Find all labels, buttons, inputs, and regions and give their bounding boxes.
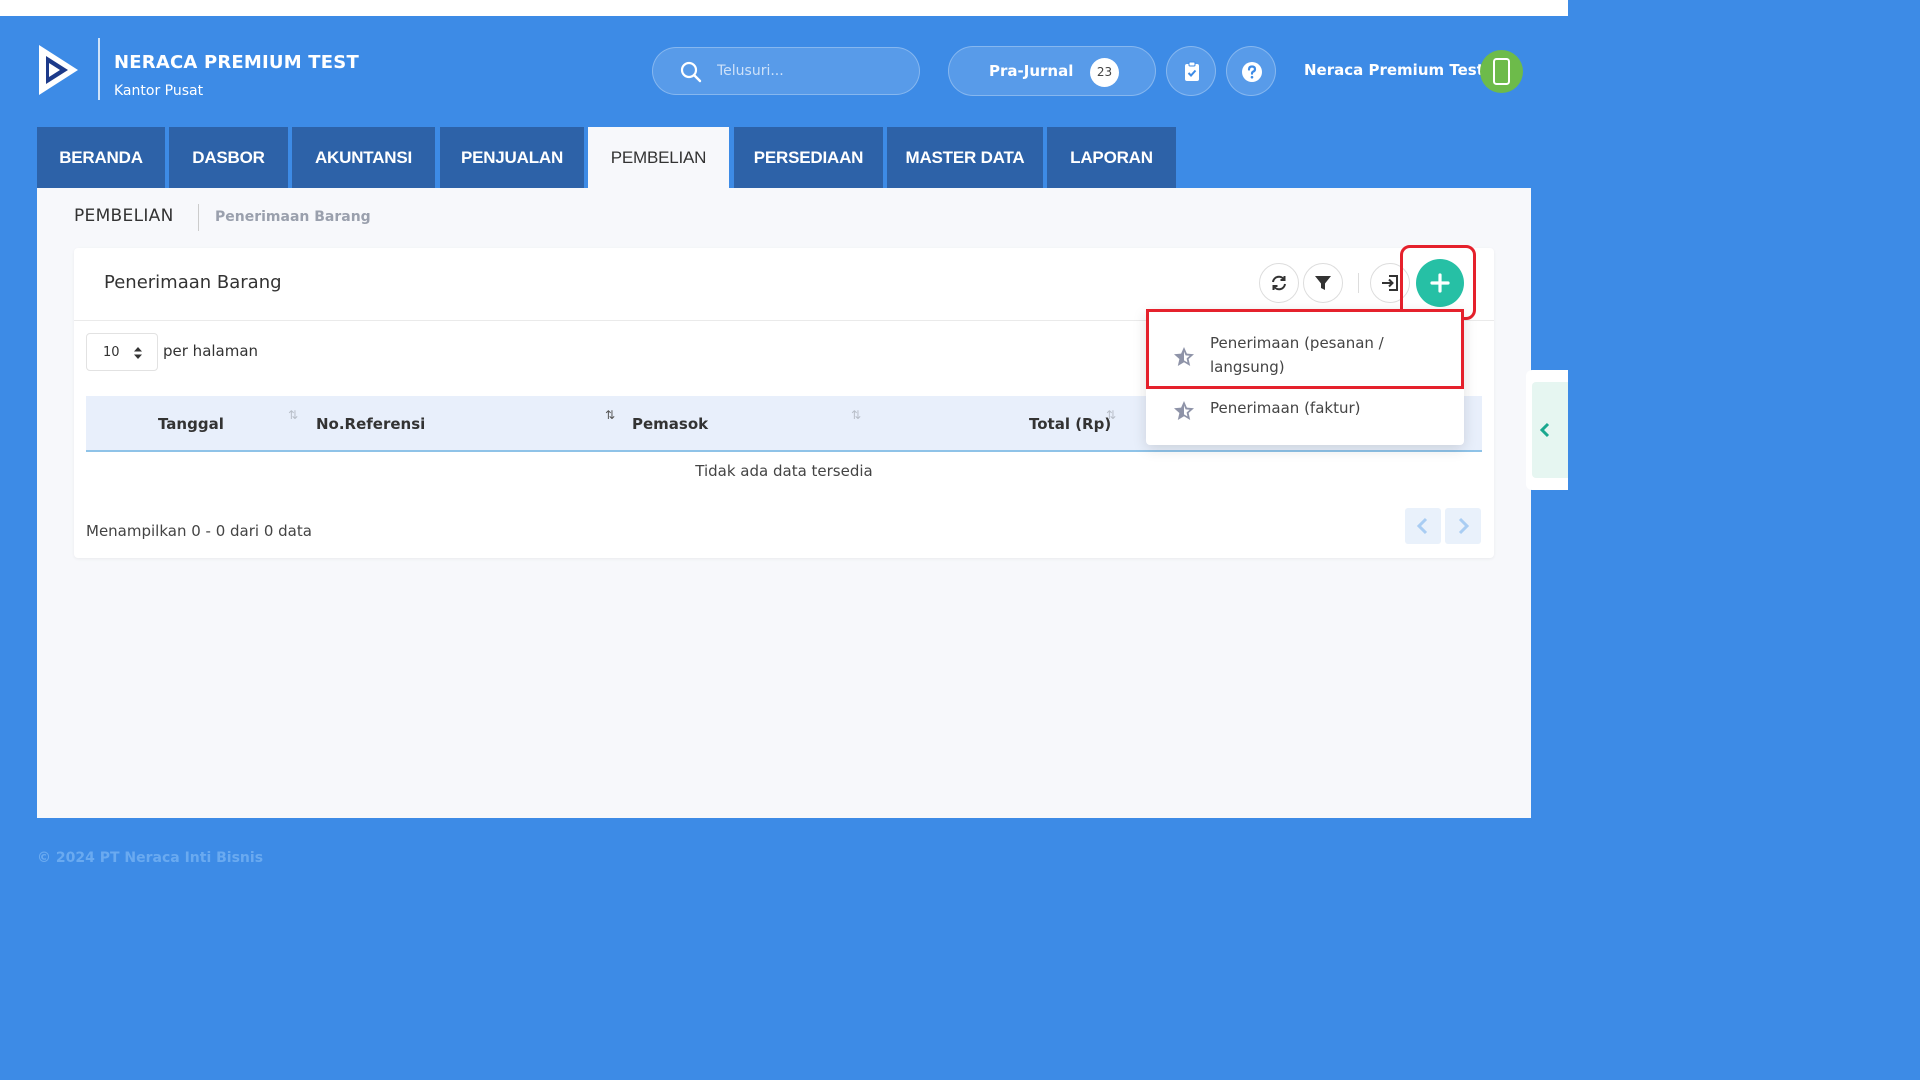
footer-copyright: © 2024 PT Neraca Inti Bisnis [37, 850, 264, 866]
sort-icon[interactable]: ⇅ [1106, 408, 1116, 422]
star-icon [1174, 401, 1194, 420]
help-button[interactable] [1226, 46, 1276, 96]
import-icon [1382, 275, 1398, 291]
search-input[interactable] [717, 58, 907, 84]
tab-penjualan[interactable]: PENJUALAN [440, 127, 584, 188]
menu-item-penerimaan-pesanan-label-line2[interactable]: langsung) [1210, 358, 1285, 376]
tab-laporan[interactable]: LAPORAN [1047, 127, 1176, 188]
browser-top-strip [0, 0, 1568, 16]
menu-item-penerimaan-pesanan-label-line1[interactable]: Penerimaan (pesanan / [1210, 334, 1384, 352]
per-page-select[interactable]: 10 [86, 333, 158, 371]
filter-button[interactable] [1303, 263, 1343, 303]
chevron-left-icon [1539, 422, 1550, 438]
select-arrows-icon [134, 347, 142, 359]
search-box[interactable] [652, 47, 920, 95]
help-icon [1242, 62, 1262, 82]
logo-divider [98, 38, 100, 100]
chevron-right-icon [1458, 517, 1470, 535]
user-avatar[interactable] [1480, 50, 1523, 93]
company-name: NERACA PREMIUM TEST [114, 52, 359, 73]
tab-beranda[interactable]: BERANDA [37, 127, 165, 188]
next-page-button[interactable] [1445, 508, 1481, 544]
per-page-label: per halaman [163, 342, 259, 360]
tasks-button[interactable] [1166, 46, 1216, 96]
card-title: Penerimaan Barang [104, 272, 282, 293]
tab-pembelian[interactable]: PEMBELIAN [588, 127, 729, 188]
clipboard-check-icon [1185, 61, 1199, 81]
sort-icon[interactable]: ⇅ [605, 408, 615, 422]
column-header-total[interactable]: Total (Rp) [1029, 415, 1111, 433]
prajurnal-label: Pra-Jurnal [989, 62, 1074, 80]
chevron-left-icon [1416, 517, 1428, 535]
sort-icon[interactable]: ⇅ [288, 408, 298, 422]
toolbar-separator [1358, 273, 1359, 293]
tab-akuntansi[interactable]: AKUNTANSI [292, 127, 435, 188]
search-icon [680, 61, 702, 83]
tab-dasbor[interactable]: DASBOR [169, 127, 288, 188]
prev-page-button[interactable] [1405, 508, 1441, 544]
breadcrumb-divider [198, 204, 199, 231]
mobile-device-icon [1493, 58, 1510, 85]
company-branch: Kantor Pusat [114, 83, 204, 99]
app-logo[interactable] [36, 42, 82, 98]
refresh-icon [1272, 275, 1286, 291]
column-header-no-referensi[interactable]: No.Referensi [316, 415, 425, 433]
prajurnal-button[interactable]: Pra-Jurnal 23 [948, 46, 1156, 96]
sort-icon[interactable]: ⇅ [851, 408, 861, 422]
filter-icon [1315, 276, 1331, 290]
column-header-pemasok[interactable]: Pemasok [632, 415, 708, 433]
refresh-button[interactable] [1259, 263, 1299, 303]
column-header-tanggal[interactable]: Tanggal [158, 415, 224, 433]
tab-persediaan[interactable]: PERSEDIAAN [734, 127, 883, 188]
prajurnal-count-badge: 23 [1090, 58, 1119, 87]
menu-item-penerimaan-faktur-label[interactable]: Penerimaan (faktur) [1210, 399, 1361, 417]
tab-master-data[interactable]: MASTER DATA [887, 127, 1043, 188]
user-name[interactable]: Neraca Premium Test [1304, 61, 1484, 79]
empty-table-message: Tidak ada data tersedia [695, 462, 873, 480]
star-icon [1174, 347, 1194, 366]
per-page-value: 10 [103, 345, 120, 360]
breadcrumb-page: Penerimaan Barang [215, 209, 371, 225]
breadcrumb-section: PEMBELIAN [74, 206, 174, 226]
side-panel-toggle[interactable] [1526, 370, 1568, 490]
pagination-summary: Menampilkan 0 - 0 dari 0 data [86, 522, 312, 540]
